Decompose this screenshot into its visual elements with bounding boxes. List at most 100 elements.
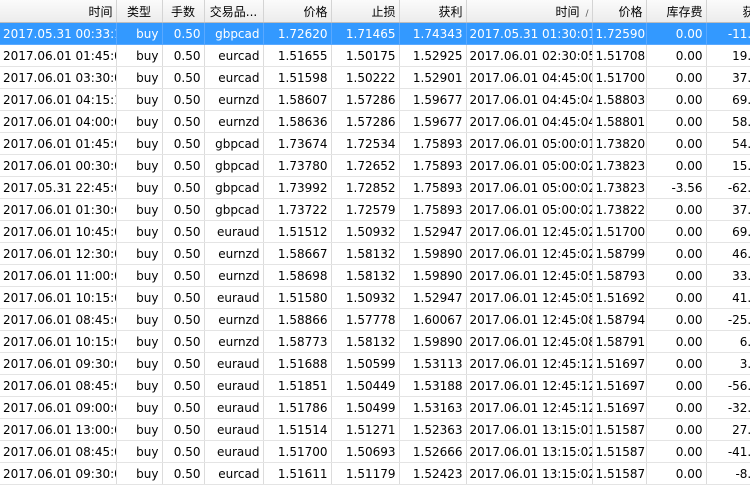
column-header-lots[interactable]: 手数 bbox=[162, 0, 205, 23]
cell-lots: 0.50 bbox=[162, 88, 205, 111]
cell-stop-loss: 1.71465 bbox=[331, 22, 400, 45]
column-header-close-time-label: 时间 bbox=[555, 4, 580, 19]
cell-close-price: 1.73823 bbox=[592, 154, 647, 177]
cell-symbol: gbpcad bbox=[204, 132, 264, 155]
cell-lots: 0.50 bbox=[162, 132, 205, 155]
cell-take-profit: 1.59890 bbox=[399, 330, 467, 353]
cell-lots: 0.50 bbox=[162, 352, 205, 375]
cell-close-time: 2017.06.01 13:15:02 bbox=[466, 440, 593, 463]
table-row[interactable]: 2017.06.01 01:45:01buy0.50gbpcad1.736741… bbox=[0, 132, 750, 155]
table-row[interactable]: 2017.06.01 01:45:04buy0.50eurcad1.516551… bbox=[0, 44, 750, 67]
cell-close-time: 2017.06.01 04:45:04 bbox=[466, 110, 593, 133]
cell-take-profit: 1.75893 bbox=[399, 198, 467, 221]
cell-close-price: 1.51697 bbox=[592, 352, 647, 375]
cell-open-time: 2017.06.01 10:45:01 bbox=[0, 220, 117, 243]
column-header-symbol[interactable]: 交易品... bbox=[204, 0, 264, 23]
cell-type: buy bbox=[116, 110, 163, 133]
column-header-take-profit[interactable]: 获利 bbox=[399, 0, 467, 23]
cell-open-price: 1.58773 bbox=[263, 330, 332, 353]
cell-lots: 0.50 bbox=[162, 154, 205, 177]
cell-open-price: 1.58698 bbox=[263, 264, 332, 287]
cell-symbol: euraud bbox=[204, 396, 264, 419]
cell-profit: 3.34 bbox=[706, 352, 750, 375]
sort-indicator-icon: / bbox=[585, 8, 589, 19]
cell-type: buy bbox=[116, 418, 163, 441]
cell-close-time: 2017.06.01 12:45:05 bbox=[466, 286, 593, 309]
column-header-open-time[interactable]: 时间 bbox=[0, 0, 117, 23]
cell-open-price: 1.51786 bbox=[263, 396, 332, 419]
table-row[interactable]: 2017.06.01 01:30:03buy0.50gbpcad1.737221… bbox=[0, 198, 750, 221]
cell-close-price: 1.58803 bbox=[592, 88, 647, 111]
table-row[interactable]: 2017.06.01 10:45:01buy0.50euraud1.515121… bbox=[0, 220, 750, 243]
table-row[interactable]: 2017.06.01 04:00:01buy0.50eurnzd1.586361… bbox=[0, 110, 750, 133]
table-row[interactable]: 2017.06.01 08:45:01buy0.50euraud1.517001… bbox=[0, 440, 750, 463]
cell-symbol: gbpcad bbox=[204, 176, 264, 199]
cell-open-time: 2017.05.31 22:45:01 bbox=[0, 176, 117, 199]
cell-symbol: euraud bbox=[204, 352, 264, 375]
cell-close-time: 2017.06.01 12:45:05 bbox=[466, 264, 593, 287]
column-header-type[interactable]: 类型 bbox=[116, 0, 163, 23]
column-header-stop-loss[interactable]: 止损 bbox=[331, 0, 400, 23]
table-row[interactable]: 2017.06.01 10:15:01buy0.50euraud1.515801… bbox=[0, 286, 750, 309]
cell-type: buy bbox=[116, 440, 163, 463]
cell-open-time: 2017.06.01 12:30:01 bbox=[0, 242, 117, 265]
table-row[interactable]: 2017.06.01 04:15:10buy0.50eurnzd1.586071… bbox=[0, 88, 750, 111]
cell-lots: 0.50 bbox=[162, 418, 205, 441]
cell-stop-loss: 1.50499 bbox=[331, 396, 400, 419]
cell-close-price: 1.51700 bbox=[592, 220, 647, 243]
table-row[interactable]: 2017.06.01 09:00:02buy0.50euraud1.517861… bbox=[0, 396, 750, 419]
cell-type: buy bbox=[116, 330, 163, 353]
cell-lots: 0.50 bbox=[162, 242, 205, 265]
table-row[interactable]: 2017.05.31 00:33:13buy0.50gbpcad1.726201… bbox=[0, 22, 750, 45]
cell-close-price: 1.51692 bbox=[592, 286, 647, 309]
table-row[interactable]: 2017.06.01 09:30:01buy0.50eurcad1.516111… bbox=[0, 462, 750, 485]
cell-close-time: 2017.06.01 05:00:02 bbox=[466, 176, 593, 199]
cell-swap: 0.00 bbox=[646, 66, 707, 89]
cell-open-price: 1.51851 bbox=[263, 374, 332, 397]
cell-swap: 0.00 bbox=[646, 88, 707, 111]
cell-close-price: 1.51587 bbox=[592, 462, 647, 485]
cell-close-time: 2017.06.01 04:45:04 bbox=[466, 88, 593, 111]
cell-swap: 0.00 bbox=[646, 198, 707, 221]
column-header-swap[interactable]: 库存费 bbox=[646, 0, 707, 23]
cell-take-profit: 1.59677 bbox=[399, 110, 467, 133]
cell-stop-loss: 1.72579 bbox=[331, 198, 400, 221]
cell-profit: 46.67 bbox=[706, 242, 750, 265]
cell-type: buy bbox=[116, 66, 163, 89]
cell-close-price: 1.58794 bbox=[592, 308, 647, 331]
cell-take-profit: 1.59677 bbox=[399, 88, 467, 111]
table-row[interactable]: 2017.06.01 03:30:01buy0.50eurcad1.515981… bbox=[0, 66, 750, 89]
cell-swap: 0.00 bbox=[646, 396, 707, 419]
cell-symbol: eurnzd bbox=[204, 242, 264, 265]
column-header-price[interactable]: 价格 bbox=[263, 0, 332, 23]
cell-stop-loss: 1.51179 bbox=[331, 462, 400, 485]
column-header-profit[interactable]: 获利 bbox=[706, 0, 750, 23]
cell-stop-loss: 1.58132 bbox=[331, 330, 400, 353]
table-row[interactable]: 2017.06.01 12:30:01buy0.50eurnzd1.586671… bbox=[0, 242, 750, 265]
table-row[interactable]: 2017.06.01 13:00:01buy0.50euraud1.515141… bbox=[0, 418, 750, 441]
table-row[interactable]: 2017.06.01 08:45:02buy0.50eurnzd1.588661… bbox=[0, 308, 750, 331]
cell-open-price: 1.51611 bbox=[263, 462, 332, 485]
cell-close-time: 2017.06.01 05:00:02 bbox=[466, 198, 593, 221]
cell-symbol: eurcad bbox=[204, 462, 264, 485]
table-row[interactable]: 2017.06.01 11:00:02buy0.50eurnzd1.586981… bbox=[0, 264, 750, 287]
cell-type: buy bbox=[116, 88, 163, 111]
column-header-close-time[interactable]: 时间 / bbox=[466, 0, 593, 23]
cell-close-time: 2017.05.31 01:30:01 bbox=[466, 22, 593, 45]
cell-open-time: 2017.06.01 00:30:00 bbox=[0, 154, 117, 177]
table-row[interactable]: 2017.06.01 10:15:03buy0.50eurnzd1.587731… bbox=[0, 330, 750, 353]
cell-open-price: 1.51580 bbox=[263, 286, 332, 309]
cell-type: buy bbox=[116, 154, 163, 177]
cell-symbol: eurcad bbox=[204, 44, 264, 67]
table-row[interactable]: 2017.06.01 09:30:02buy0.50euraud1.516881… bbox=[0, 352, 750, 375]
table-row[interactable]: 2017.06.01 08:45:02buy0.50euraud1.518511… bbox=[0, 374, 750, 397]
cell-type: buy bbox=[116, 462, 163, 485]
cell-symbol: eurcad bbox=[204, 66, 264, 89]
cell-open-price: 1.73992 bbox=[263, 176, 332, 199]
cell-stop-loss: 1.72852 bbox=[331, 176, 400, 199]
cell-lots: 0.50 bbox=[162, 220, 205, 243]
column-header-close-price[interactable]: 价格 bbox=[592, 0, 647, 23]
cell-take-profit: 1.59890 bbox=[399, 242, 467, 265]
table-row[interactable]: 2017.06.01 00:30:00buy0.50gbpcad1.737801… bbox=[0, 154, 750, 177]
table-row[interactable]: 2017.05.31 22:45:01buy0.50gbpcad1.739921… bbox=[0, 176, 750, 199]
